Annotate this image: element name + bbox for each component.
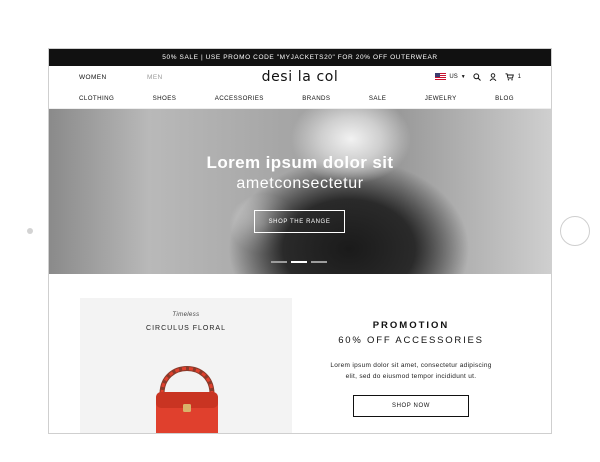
locale-selector[interactable]: US ▼: [435, 73, 466, 80]
us-flag-icon: [435, 73, 447, 80]
hero-subtitle: ametconsectetur: [236, 175, 364, 192]
promotion-text-line: elit, sed do eiusmod tempor incididunt u…: [345, 373, 477, 380]
tablet-screen: 50% SALE | USE PROMO CODE "MYJACKETS20" …: [48, 48, 552, 434]
nav-item-sale[interactable]: SALE: [369, 95, 386, 102]
nav-item-shoes[interactable]: SHOES: [153, 95, 177, 102]
tablet-camera-dot: [27, 228, 33, 234]
carousel-dot[interactable]: [311, 261, 327, 263]
promotion-subheading: 60% OFF ACCESSORIES: [338, 335, 484, 346]
handbag-image: [156, 366, 218, 433]
shop-now-button[interactable]: SHOP NOW: [353, 395, 469, 417]
product-name: CIRCULUS FLORAL: [146, 325, 226, 332]
nav-item-accessories[interactable]: ACCESSORIES: [215, 95, 264, 102]
carousel-dot[interactable]: [291, 261, 307, 263]
hero-title: Lorem ipsum dolor sit: [206, 153, 394, 172]
content-section: Timeless CIRCULUS FLORAL PROMOTION 60% O…: [49, 274, 551, 433]
promo-banner: 50% SALE | USE PROMO CODE "MYJACKETS20" …: [49, 49, 551, 66]
account-icon[interactable]: [489, 72, 498, 81]
shop-the-range-button[interactable]: SHOP THE RANGE: [254, 210, 345, 233]
promo-banner-text: 50% SALE | USE PROMO CODE "MYJACKETS20" …: [162, 54, 438, 61]
promotion-text: Lorem ipsum dolor sit amet, consectetur …: [311, 360, 511, 382]
main-nav: CLOTHING SHOES ACCESSORIES BRANDS SALE J…: [49, 88, 551, 109]
cart-count: 1: [517, 73, 521, 80]
cart-icon[interactable]: [505, 72, 514, 81]
product-card[interactable]: Timeless CIRCULUS FLORAL: [80, 298, 292, 433]
header-utilities: US ▼ 1: [435, 72, 521, 81]
tablet-home-button[interactable]: [560, 216, 590, 246]
search-icon[interactable]: [473, 72, 482, 81]
hero-banner: Lorem ipsum dolor sit ametconsectetur SH…: [49, 109, 551, 274]
header-top-row: WOMEN MEN desi la col US ▼ 1: [49, 66, 551, 88]
chevron-down-icon: ▼: [460, 73, 466, 80]
nav-item-clothing[interactable]: CLOTHING: [79, 95, 114, 102]
product-tag: Timeless: [172, 312, 200, 318]
nav-item-jewelry[interactable]: JEWELRY: [425, 95, 457, 102]
nav-item-brands[interactable]: BRANDS: [302, 95, 330, 102]
carousel-dots: [271, 261, 327, 263]
carousel-dot[interactable]: [271, 261, 287, 263]
nav-item-blog[interactable]: BLOG: [495, 95, 514, 102]
promotion-text-line: Lorem ipsum dolor sit amet, consectetur …: [330, 362, 492, 369]
promotion-heading: PROMOTION: [372, 320, 450, 331]
locale-label: US: [449, 73, 458, 80]
